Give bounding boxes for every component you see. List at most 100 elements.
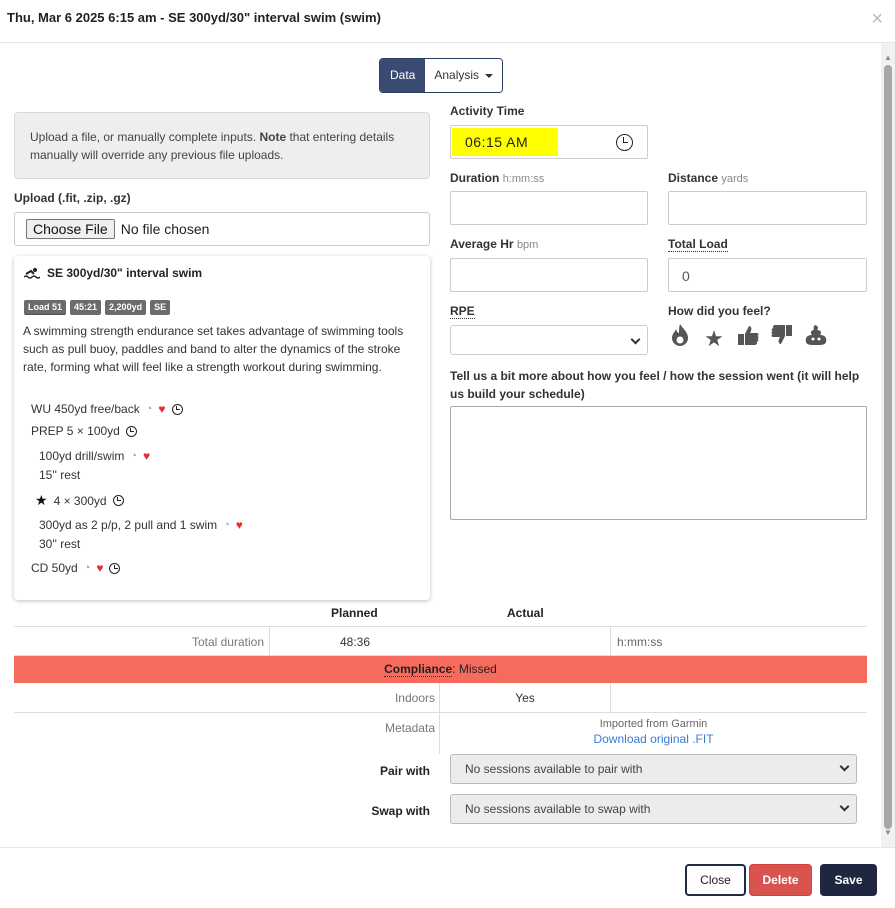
step-label: PREP 5 × 100yd [31,424,120,438]
distance-input[interactable] [668,191,867,225]
step-main-item: 300yd as 2 p/p, 2 pull and 1 swim ◔ ♥ [39,518,243,532]
chevron-down-icon [630,334,641,345]
scrollbar[interactable]: ▲ ▼ [881,43,895,848]
swap-with-value: No sessions available to swap with [465,802,651,816]
step-main: ★ 4 × 300yd [35,492,124,509]
pair-with-label: Pair with [379,764,430,778]
avg-hr-input[interactable] [450,258,648,292]
duration-input[interactable] [450,191,648,225]
heart-icon: ♥ [158,402,166,416]
total-load-label: Total Load [668,237,728,252]
chevron-down-icon [839,761,850,772]
step-label: 300yd as 2 p/p, 2 pull and 1 swim [39,518,218,532]
actual-header: Actual [507,606,544,620]
step-label: 4 × 300yd [53,493,107,508]
total-load-input[interactable]: 0 [668,258,867,292]
compliance-label: Compliance [384,662,453,677]
file-status: No file chosen [120,221,210,237]
scroll-up-icon[interactable]: ▲ [884,53,892,62]
poop-icon[interactable] [804,323,828,354]
modal-footer: Close Delete Save [0,847,895,908]
step-label: 100yd drill/swim [39,449,125,463]
activity-time-input[interactable]: 06:15 AM [450,125,648,159]
clock-icon[interactable] [616,134,633,151]
fire-icon[interactable] [668,323,692,354]
tab-data[interactable]: Data [380,59,426,92]
indoors-cell: Yes [439,683,610,713]
star-icon[interactable]: ★ [702,325,726,353]
close-button[interactable]: Close [685,864,746,896]
modal-header: Thu, Mar 6 2025 6:15 am - SE 300yd/30" i… [0,0,895,43]
duration-label: Duration h:mm:ss [450,171,544,185]
duration-badge: 45:21 [70,300,102,315]
heart-icon: ♥ [96,561,104,575]
close-icon[interactable]: × [871,9,883,29]
actual-duration-placeholder: h:mm:ss [617,635,663,649]
clock-icon [112,495,124,506]
rpe-label-text: RPE [450,304,475,319]
swim-icon [24,268,40,279]
duration-label-text: Duration [450,171,500,185]
clock-icon [125,425,137,437]
step-label: CD 50yd [31,561,78,575]
step-main-rest: 30'' rest [39,537,81,551]
indoors-actual-cell [610,683,867,713]
delete-button[interactable]: Delete [749,864,812,896]
total-load-value: 0 [682,268,690,284]
thumbs-down-icon[interactable] [770,323,794,354]
avg-hr-label: Average Hr bpm [450,237,538,251]
compliance-status-bar: Compliance: Missed [14,656,867,683]
workout-card: SE 300yd/30" interval swim Load 51 45:21… [14,256,430,600]
planned-duration-value: 48:36 [340,635,371,649]
activity-time-value: 06:15 AM [465,134,529,150]
metadata-source: Imported from Garmin [599,718,708,730]
rpe-select[interactable] [450,325,648,355]
load-badge: Load 51 [24,300,67,315]
thumbs-up-icon[interactable] [736,323,760,354]
metadata-row: Metadata Imported from Garmin Download o… [14,712,867,754]
distance-unit: yards [721,173,749,185]
workout-title-text: SE 300yd/30" interval swim [47,266,203,280]
heart-icon: ♥ [235,518,243,532]
metadata-label: Metadata [384,721,435,735]
save-button[interactable]: Save [820,864,877,896]
workout-title: SE 300yd/30" interval swim [24,266,202,280]
planned-header: Planned [331,606,378,620]
step-wu: WU 450yd free/back ◔ ♥ [31,402,183,416]
planned-duration-cell: 48:36 [269,627,611,655]
total-duration-label: Total duration [191,635,264,649]
swap-with-select[interactable]: No sessions available to swap with [450,794,857,824]
workout-badges: Load 51 45:21 2,200yd SE [24,300,171,315]
clock-icon [171,403,183,415]
pair-with-select[interactable]: No sessions available to pair with [450,754,857,784]
indoors-row: Indoors Yes [14,683,867,713]
download-fit-link[interactable]: Download original .FIT [440,732,867,746]
info-text: Upload a file, or manually complete inpu… [30,130,260,144]
scroll-down-icon[interactable]: ▼ [884,828,892,837]
step-prep: PREP 5 × 100yd [31,424,137,438]
clock-icon [109,562,121,574]
distance-label: Distance yards [668,171,748,185]
feel-label: How did you feel? [668,304,771,318]
step-label: WU 450yd free/back [31,402,140,416]
gauge-icon: ◔ [145,403,153,415]
activity-time-label: Activity Time [450,104,525,118]
file-upload-input[interactable]: Choose File No file chosen [14,212,430,246]
duration-unit: h:mm:ss [502,173,545,185]
choose-file-button[interactable]: Choose File [26,219,115,239]
gauge-icon: ◔ [83,562,91,574]
notes-textarea[interactable] [450,406,867,520]
upload-info-box: Upload a file, or manually complete inpu… [14,112,430,179]
avg-hr-unit: bpm [516,239,539,251]
scroll-thumb[interactable] [884,65,892,829]
actual-duration-input[interactable]: h:mm:ss [610,627,867,655]
heart-icon: ♥ [143,449,151,463]
total-load-label-text: Total Load [668,237,728,252]
indoors-value: Yes [515,691,535,705]
rpe-label: RPE [450,304,475,319]
type-badge: SE [150,300,171,315]
view-tabs: Data Analysis [379,58,504,93]
caret-down-icon [485,73,494,78]
distance-badge: 2,200yd [105,300,147,315]
tab-analysis[interactable]: Analysis [425,59,503,92]
